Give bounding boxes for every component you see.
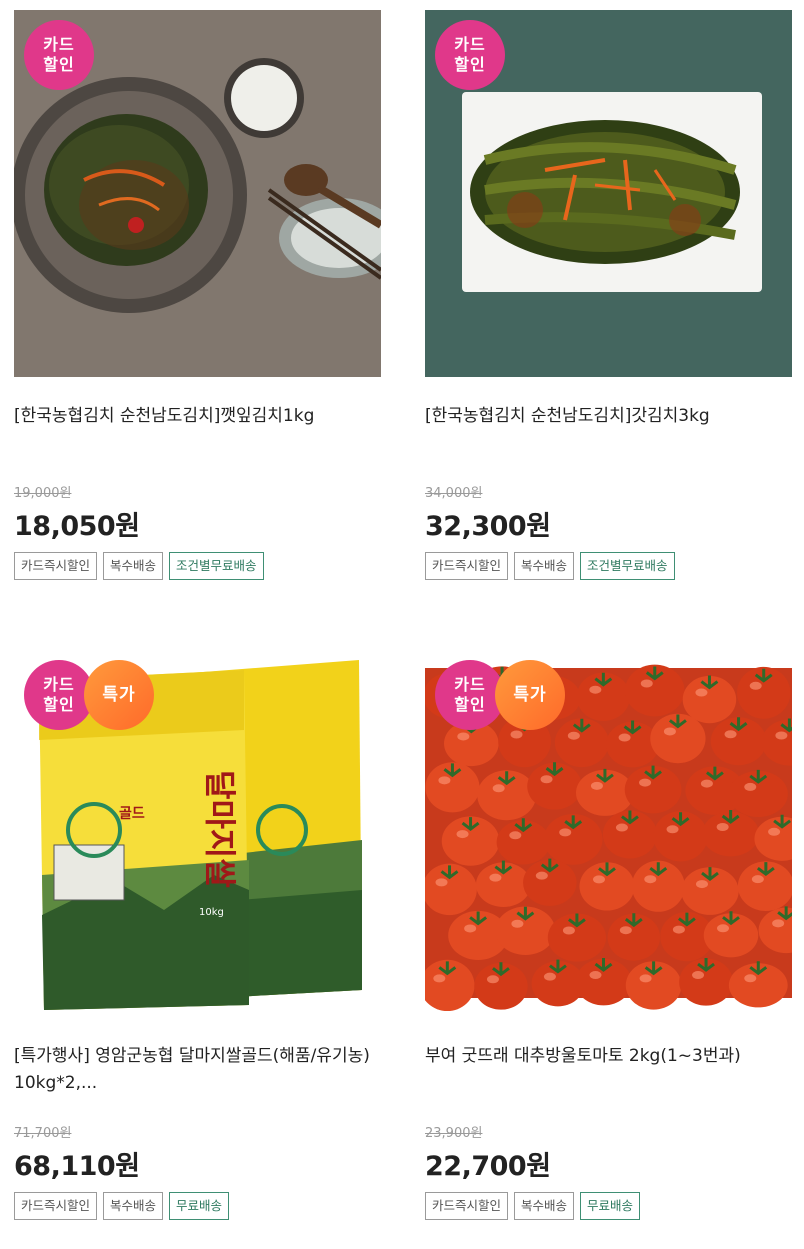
tomato-highlight xyxy=(744,974,757,983)
product-title[interactable]: [한국농협김치 순천남도김치]갓김치3kg xyxy=(425,403,792,457)
tomato-highlight xyxy=(640,679,653,688)
tomato-highlight xyxy=(768,827,781,836)
tomato-highlight xyxy=(644,875,657,884)
tomato-highlight xyxy=(695,688,708,697)
tag-card-instant-discount: 카드즉시할인 xyxy=(425,552,509,580)
tomato-highlight xyxy=(663,727,676,736)
tomato-highlight xyxy=(433,974,446,983)
rice-weight-text: 10kg xyxy=(199,907,224,918)
tomato-highlight xyxy=(509,831,522,840)
tomato-highlight xyxy=(775,731,788,740)
special-price-badge: 특가 xyxy=(84,660,154,730)
product-card[interactable]: 달마지쌀 골드 10kg 카드 할인 특가 [특가행사] 영암군농협 달마지쌀골… xyxy=(14,650,381,1220)
tomato-highlight xyxy=(615,823,628,832)
tomato-highlight xyxy=(692,971,705,980)
tomato-highlight xyxy=(562,926,575,935)
tag-card-instant-discount: 카드즉시할인 xyxy=(14,552,98,580)
tomato-highlight xyxy=(695,880,708,889)
original-price: 34,000원 xyxy=(425,486,483,501)
original-price: 71,700원 xyxy=(14,1126,72,1141)
tomato-highlight xyxy=(589,685,602,694)
tomato-highlight xyxy=(456,830,469,839)
sale-price: 68,110원 xyxy=(14,1151,140,1182)
tag-list: 카드즉시할인 복수배송 조건별무료배송 xyxy=(14,552,381,580)
tomato-highlight xyxy=(716,823,729,832)
tomato-highlight xyxy=(618,733,631,742)
tomato-highlight xyxy=(749,681,762,690)
tomato-highlight xyxy=(724,730,737,739)
tag-card-instant-discount: 카드즉시할인 xyxy=(14,1192,98,1220)
product-image[interactable]: 카드 할인 xyxy=(425,10,792,377)
product-card[interactable]: 카드 할인 [한국농협김치 순천남도김치]갓김치3kg 34,000원 32,3… xyxy=(425,10,792,580)
tomato-highlight xyxy=(492,784,505,793)
tag-card-instant-discount: 카드즉시할인 xyxy=(425,1192,509,1220)
product-image[interactable]: 카드 할인 xyxy=(14,10,381,377)
product-title[interactable]: 부여 굿뜨래 대추방울토마토 2kg(1~3번과) xyxy=(425,1043,792,1097)
sale-price: 18,050원 xyxy=(14,511,140,542)
tag-list: 카드즉시할인 복수배송 무료배송 xyxy=(425,1192,792,1220)
tag-multi-delivery: 복수배송 xyxy=(103,1192,164,1220)
rice-sub-text: 골드 xyxy=(119,806,145,822)
tomato-highlight xyxy=(744,782,757,791)
tomato-highlight xyxy=(535,871,548,880)
tomato-highlight xyxy=(593,875,606,884)
product-card[interactable]: 카드 할인 [한국농협김치 순천남도김치]깻잎김치1kg 19,000원 18,… xyxy=(14,10,381,580)
tomato-highlight xyxy=(772,919,785,928)
tomato-highlight xyxy=(639,778,652,787)
tag-list: 카드즉시할인 복수배송 조건별무료배송 xyxy=(425,552,792,580)
tomato-highlight xyxy=(672,925,685,934)
tomato-highlight xyxy=(666,825,679,834)
tomato-highlight xyxy=(590,781,603,790)
tag-multi-delivery: 복수배송 xyxy=(514,1192,575,1220)
tomato-highlight xyxy=(489,873,502,882)
tomato-highlight xyxy=(751,875,764,884)
tomato-highlight xyxy=(435,878,448,887)
tomato-highlight xyxy=(543,972,556,981)
tomato-highlight xyxy=(510,730,523,739)
tag-conditional-free-shipping: 조건별무료배송 xyxy=(580,552,675,580)
product-title[interactable]: [특가행사] 영암군농협 달마지쌀골드(해품/유기농) 10kg*2,... xyxy=(14,1043,381,1097)
original-price: 23,900원 xyxy=(425,1126,483,1141)
tomato-highlight xyxy=(486,975,499,984)
sale-price: 22,700원 xyxy=(425,1151,551,1182)
tomato-highlight xyxy=(511,919,524,928)
product-title[interactable]: [한국농협김치 순천남도김치]깻잎김치1kg xyxy=(14,403,381,457)
product-image[interactable]: 카드 할인 특가 xyxy=(425,650,792,1017)
tag-list: 카드즉시할인 복수배송 무료배송 xyxy=(14,1192,381,1220)
tomato-highlight xyxy=(457,732,470,741)
tag-free-shipping: 무료배송 xyxy=(169,1192,230,1220)
tomato-highlight xyxy=(619,926,632,935)
original-price: 19,000원 xyxy=(14,486,72,501)
card-discount-badge: 카드 할인 xyxy=(435,20,505,90)
card-discount-badge: 카드 할인 xyxy=(24,20,94,90)
tomato-highlight xyxy=(464,924,477,933)
tag-multi-delivery: 복수배송 xyxy=(514,552,575,580)
sale-price: 32,300원 xyxy=(425,511,551,542)
product-card[interactable]: 카드 할인 특가 부여 굿뜨래 대추방울토마토 2kg(1~3번과) 23,90… xyxy=(425,650,792,1220)
tomato-highlight xyxy=(717,924,730,933)
product-image[interactable]: 달마지쌀 골드 10kg 카드 할인 특가 xyxy=(14,650,381,1017)
tomato-highlight xyxy=(559,828,572,837)
tag-conditional-free-shipping: 조건별무료배송 xyxy=(169,552,264,580)
tomato-highlight xyxy=(438,776,451,785)
special-price-badge: 특가 xyxy=(495,660,565,730)
tomato-highlight xyxy=(567,731,580,740)
tomato-highlight xyxy=(639,974,652,983)
tag-free-shipping: 무료배송 xyxy=(580,1192,641,1220)
tomato-highlight xyxy=(540,775,553,784)
tomato-highlight xyxy=(700,779,713,788)
tag-multi-delivery: 복수배송 xyxy=(103,552,164,580)
tomato-highlight xyxy=(589,971,602,980)
rice-brand-text: 달마지쌀 xyxy=(201,770,239,888)
